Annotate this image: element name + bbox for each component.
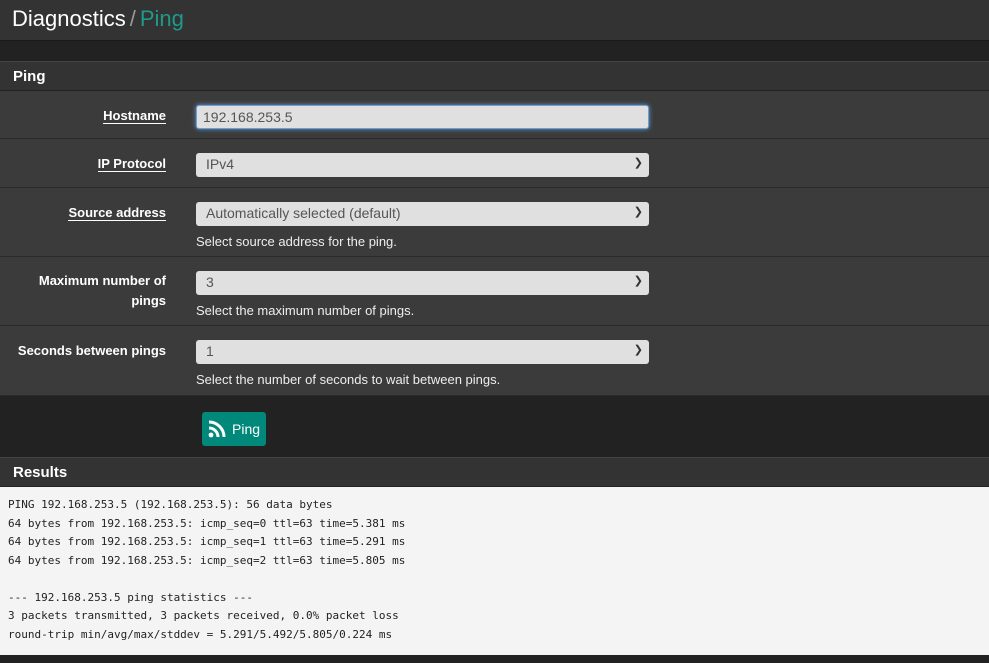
seconds-between-row: Seconds between pings 1 ❯ Select the numb…: [0, 326, 989, 396]
ip-protocol-row: IP Protocol IPv4 ❯: [0, 139, 989, 188]
chevron-down-icon: ❯: [633, 206, 643, 218]
max-pings-row: Maximum number of pings 3 ❯ Select the ma…: [0, 257, 989, 326]
source-address-label: Source address: [68, 205, 166, 221]
ping-button-label: Ping: [232, 421, 261, 437]
seconds-between-select[interactable]: 1 ❯: [196, 340, 649, 364]
rss-icon: [208, 420, 226, 438]
max-pings-select[interactable]: 3 ❯: [196, 271, 649, 295]
source-address-select[interactable]: Automatically selected (default) ❯: [196, 202, 649, 226]
max-pings-value: 3: [206, 274, 214, 290]
source-address-value: Automatically selected (default): [206, 205, 401, 221]
chevron-down-icon: ❯: [633, 157, 643, 169]
results-title: Results: [0, 457, 989, 487]
max-pings-label: Maximum number of pings: [38, 273, 166, 308]
hostname-input[interactable]: 192.168.253.5: [196, 105, 649, 129]
breadcrumb-separator: /: [129, 6, 136, 31]
ip-protocol-select[interactable]: IPv4 ❯: [196, 153, 649, 177]
ip-protocol-value: IPv4: [206, 156, 235, 172]
chevron-down-icon: ❯: [633, 344, 643, 356]
source-address-help: Select source address for the ping.: [196, 234, 397, 249]
hostname-row: Hostname 192.168.253.5: [0, 91, 989, 139]
breadcrumb-current: Ping: [139, 6, 184, 31]
seconds-between-value: 1: [206, 343, 214, 359]
ip-protocol-label: IP Protocol: [97, 156, 166, 172]
source-address-row: Source address Automatically selected (d…: [0, 188, 989, 257]
seconds-between-help: Select the number of seconds to wait bet…: [196, 372, 501, 387]
results-output: PING 192.168.253.5 (192.168.253.5): 56 d…: [0, 487, 989, 655]
seconds-between-label: Seconds between pings: [17, 343, 166, 358]
ping-button[interactable]: Ping: [202, 412, 267, 446]
panel-title: Ping: [0, 61, 989, 91]
hostname-label: Hostname: [103, 108, 166, 124]
breadcrumb: Diagnostics / Ping: [0, 0, 989, 41]
chevron-down-icon: ❯: [633, 275, 643, 287]
max-pings-help: Select the maximum number of pings.: [196, 303, 415, 318]
breadcrumb-section[interactable]: Diagnostics: [12, 6, 126, 31]
